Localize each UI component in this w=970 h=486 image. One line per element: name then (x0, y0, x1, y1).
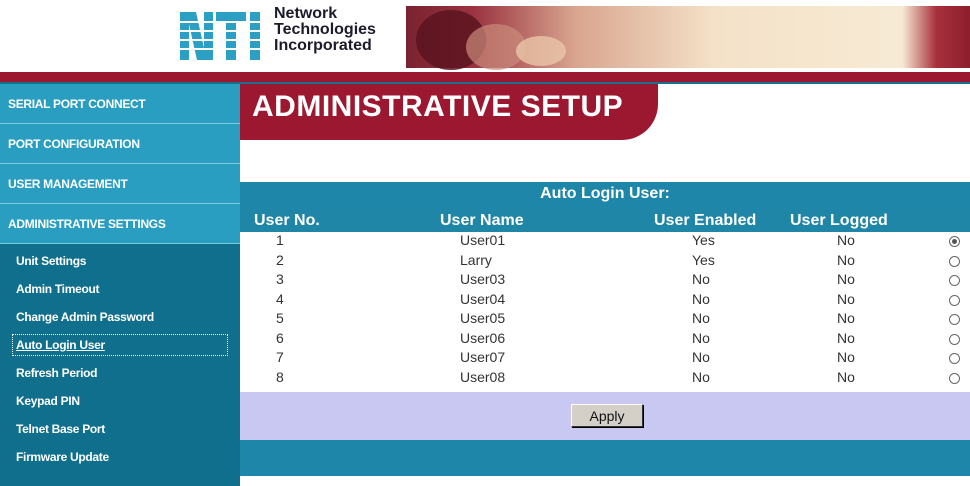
table-row: 7 User07 No No (240, 349, 970, 369)
table-row: 1 User01 Yes No (240, 232, 970, 252)
header-divider (0, 72, 970, 82)
apply-button[interactable]: Apply (571, 404, 643, 427)
auto-login-panel: Auto Login User: User No. User Name User… (240, 182, 970, 476)
sidebar-subitem-refresh-period[interactable]: Refresh Period (10, 360, 230, 386)
cell-user-name: User01 (460, 232, 506, 248)
sidebar-submenu: Unit Settings Admin Timeout Change Admin… (0, 244, 240, 486)
sidebar-subitem-auto-login-user[interactable]: Auto Login User (10, 332, 230, 358)
cell-user-logged: No (837, 329, 855, 346)
company-name-line: Technologies (274, 21, 376, 38)
cell-user-no: 2 (276, 251, 284, 268)
cell-user-logged: No (837, 232, 855, 248)
cell-user-logged: No (837, 271, 855, 287)
company-name-line: Incorporated (274, 37, 372, 54)
user-table: 1 User01 Yes No 2 Larry Yes No 3 User03 No No 4 User0… (240, 232, 970, 392)
column-header-user-logged: User Logged (790, 212, 888, 229)
cell-user-enabled: No (692, 290, 710, 307)
sidebar-subitem-firmware-update[interactable]: Firmware Update (10, 444, 230, 470)
select-user-radio[interactable] (949, 294, 960, 306)
cell-user-name: User03 (460, 271, 506, 287)
select-user-radio[interactable] (949, 353, 960, 364)
header-banner-image (406, 6, 970, 70)
table-row: 8 User08 No No (240, 369, 970, 389)
select-user-radio[interactable] (949, 372, 960, 384)
table-row: 6 User06 No No (240, 330, 970, 350)
cell-user-enabled: No (692, 310, 710, 326)
select-user-radio[interactable] (949, 333, 960, 345)
cell-user-name: User04 (460, 290, 506, 307)
cell-user-no: 4 (276, 290, 284, 307)
table-row: 3 User03 No No (240, 271, 970, 291)
sidebar-subitem-unit-settings[interactable]: Unit Settings (10, 248, 230, 274)
cell-user-enabled: No (692, 271, 710, 287)
cell-user-name: User05 (460, 310, 506, 326)
select-user-radio[interactable] (949, 314, 960, 325)
page-title: ADMINISTRATIVE SETUP (252, 90, 624, 123)
sidebar-subitem-telnet-base-port[interactable]: Telnet Base Port (10, 416, 230, 442)
cell-user-no: 1 (276, 232, 284, 248)
sidebar: SERIAL PORT CONNECT PORT CONFIGURATION U… (0, 84, 240, 486)
sidebar-item-port-configuration[interactable]: PORT CONFIGURATION (0, 124, 240, 164)
table-header: User No. User Name User Enabled User Log… (240, 210, 970, 232)
column-header-user-no: User No. (254, 212, 320, 229)
nti-logo-mark (178, 12, 272, 60)
cell-user-no: 8 (276, 368, 284, 385)
company-name: Network Technologies Incorporated (274, 6, 376, 54)
cell-user-name: Larry (460, 251, 492, 268)
panel-title: Auto Login User: (540, 185, 670, 202)
header: Network Technologies Incorporated (0, 0, 970, 72)
cell-user-logged: No (837, 349, 855, 365)
cell-user-enabled: No (692, 349, 710, 365)
cell-user-name: User08 (460, 368, 506, 385)
table-row: 5 User05 No No (240, 310, 970, 330)
column-header-user-enabled: User Enabled (654, 212, 757, 229)
cell-user-enabled: Yes (692, 232, 715, 248)
cell-user-no: 6 (276, 329, 284, 346)
sidebar-subitem-change-admin-password[interactable]: Change Admin Password (10, 304, 230, 330)
cell-user-enabled: No (692, 368, 710, 385)
cell-user-logged: No (837, 310, 855, 326)
cell-user-no: 5 (276, 310, 284, 326)
cell-user-no: 7 (276, 349, 284, 365)
cell-user-logged: No (837, 290, 855, 307)
nti-logo: Network Technologies Incorporated (178, 6, 408, 66)
sidebar-item-user-management[interactable]: USER MANAGEMENT (0, 164, 240, 204)
cell-user-name: User06 (460, 329, 506, 346)
company-name-line: Network (274, 5, 338, 22)
table-row: 4 User04 No No (240, 291, 970, 311)
select-user-radio[interactable] (949, 236, 960, 247)
cell-user-enabled: Yes (692, 251, 715, 268)
column-header-user-name: User Name (440, 212, 524, 229)
cell-user-no: 3 (276, 271, 284, 287)
apply-bar: Apply (240, 392, 970, 440)
select-user-radio[interactable] (949, 255, 960, 267)
sidebar-subitem-keypad-pin[interactable]: Keypad PIN (10, 388, 230, 414)
sidebar-subitem-admin-timeout[interactable]: Admin Timeout (10, 276, 230, 302)
select-user-radio[interactable] (949, 275, 960, 286)
cell-user-logged: No (837, 368, 855, 385)
sidebar-item-administrative-settings[interactable]: ADMINISTRATIVE SETTINGS (0, 204, 240, 244)
cell-user-name: User07 (460, 349, 506, 365)
cell-user-enabled: No (692, 329, 710, 346)
cell-user-logged: No (837, 251, 855, 268)
table-row: 2 Larry Yes No (240, 252, 970, 272)
sidebar-item-serial-port-connect[interactable]: SERIAL PORT CONNECT (0, 84, 240, 124)
